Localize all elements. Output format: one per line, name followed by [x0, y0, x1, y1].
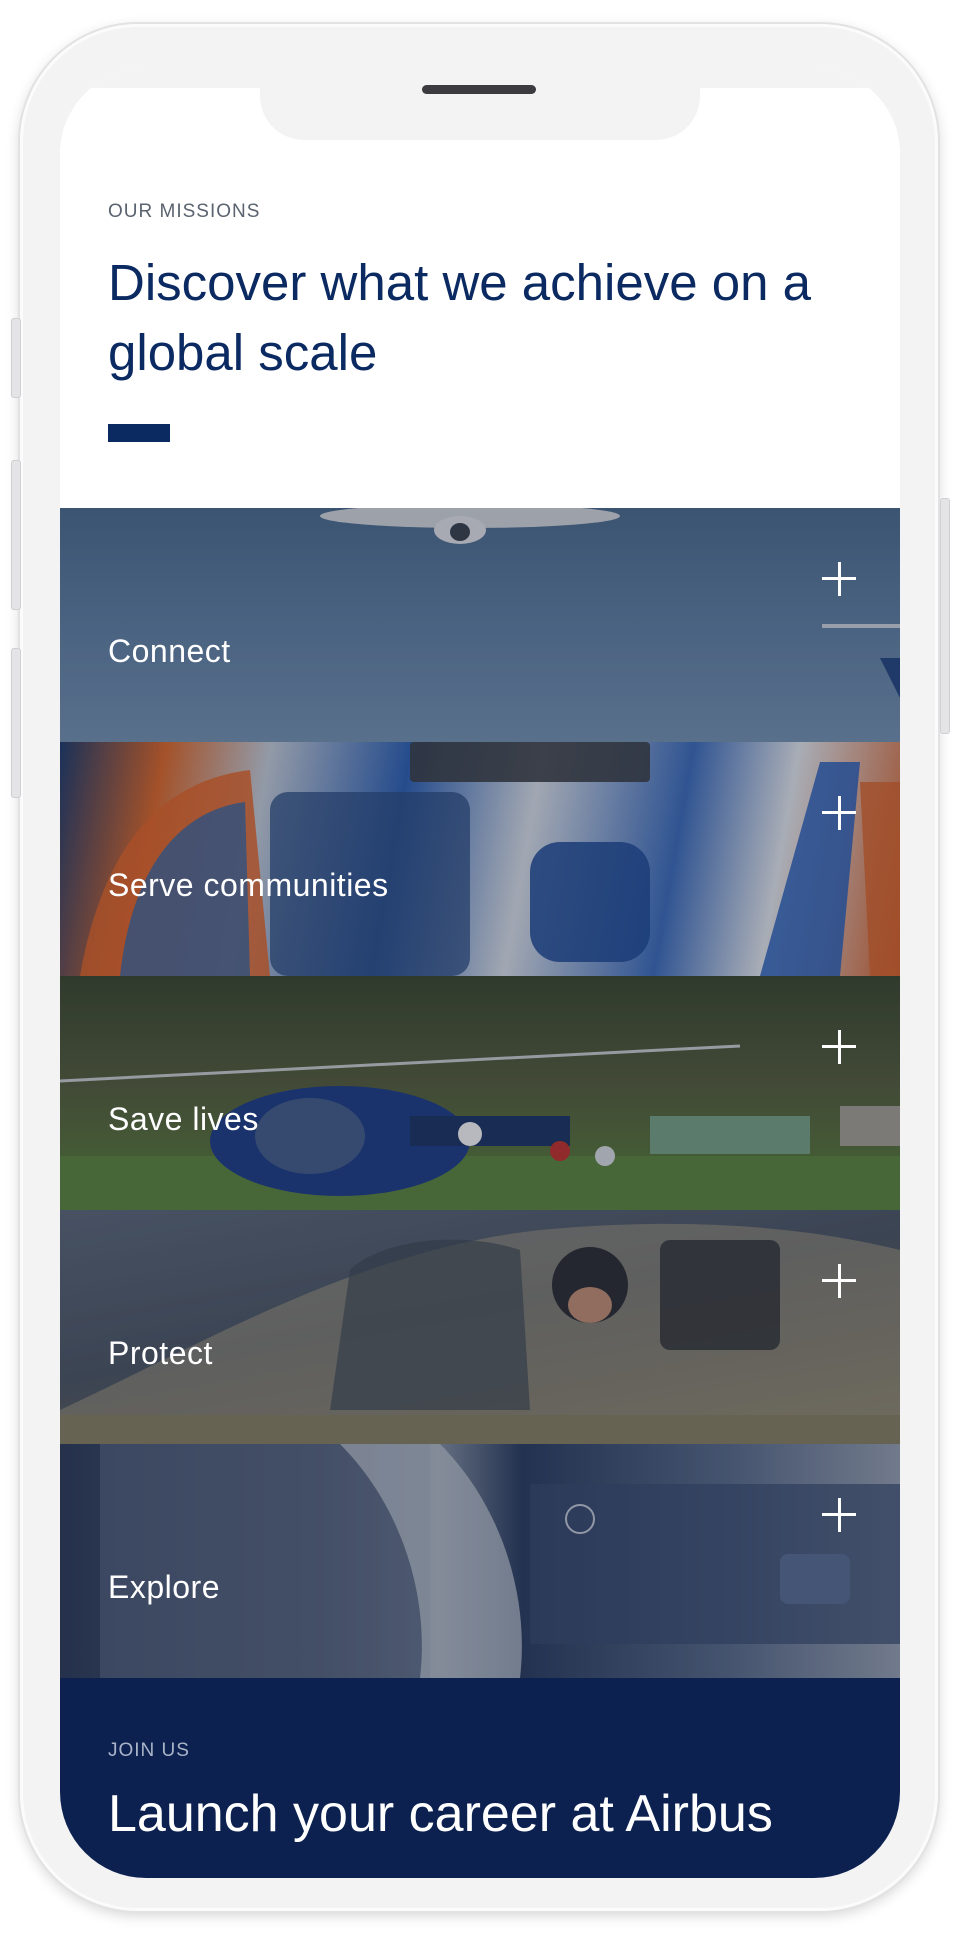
join-us-eyebrow: JOIN US	[108, 1740, 190, 1761]
volume-down-button	[11, 648, 21, 798]
mission-connect-overlay	[60, 508, 900, 742]
status-bar-left	[60, 68, 260, 88]
mission-explore-label: Explore	[108, 1569, 220, 1605]
status-bar-right	[700, 68, 900, 88]
missions-headline: Discover what we achieve on a global sca…	[108, 254, 812, 381]
power-button	[940, 498, 950, 734]
mission-connect[interactable]: Connect	[60, 508, 900, 742]
volume-up-button	[11, 460, 21, 610]
speaker-grille	[422, 85, 536, 94]
mission-save-lives-label: Save lives	[108, 1101, 259, 1137]
mission-save-lives[interactable]: Save lives	[60, 976, 900, 1210]
mission-protect-overlay	[60, 1210, 900, 1444]
plus-icon[interactable]	[822, 1498, 856, 1532]
accent-bar	[108, 424, 170, 442]
mission-explore[interactable]: Explore	[60, 1444, 900, 1678]
missions-eyebrow: OUR MISSIONS	[108, 201, 261, 222]
mission-serve-communities-label: Serve communities	[108, 867, 389, 903]
plus-icon[interactable]	[822, 1030, 856, 1064]
mission-serve-communities[interactable]: Serve communities	[60, 742, 900, 976]
phone-screen: OUR MISSIONS Discover what we achieve on…	[60, 68, 900, 1878]
plus-icon[interactable]	[822, 796, 856, 830]
notch	[260, 68, 700, 140]
plus-icon[interactable]	[822, 1264, 856, 1298]
mission-save-lives-overlay	[60, 976, 900, 1210]
mute-switch	[11, 318, 21, 398]
mission-explore-overlay	[60, 1444, 900, 1678]
mission-connect-label: Connect	[108, 633, 231, 669]
plus-icon[interactable]	[822, 562, 856, 596]
join-us-section: JOIN US Launch your career at Airbus	[60, 1678, 900, 1878]
mission-serve-communities-overlay	[60, 742, 900, 976]
mission-protect-label: Protect	[108, 1335, 213, 1371]
join-us-title[interactable]: Launch your career at Airbus	[108, 1784, 773, 1844]
mission-protect[interactable]: Protect	[60, 1210, 900, 1444]
